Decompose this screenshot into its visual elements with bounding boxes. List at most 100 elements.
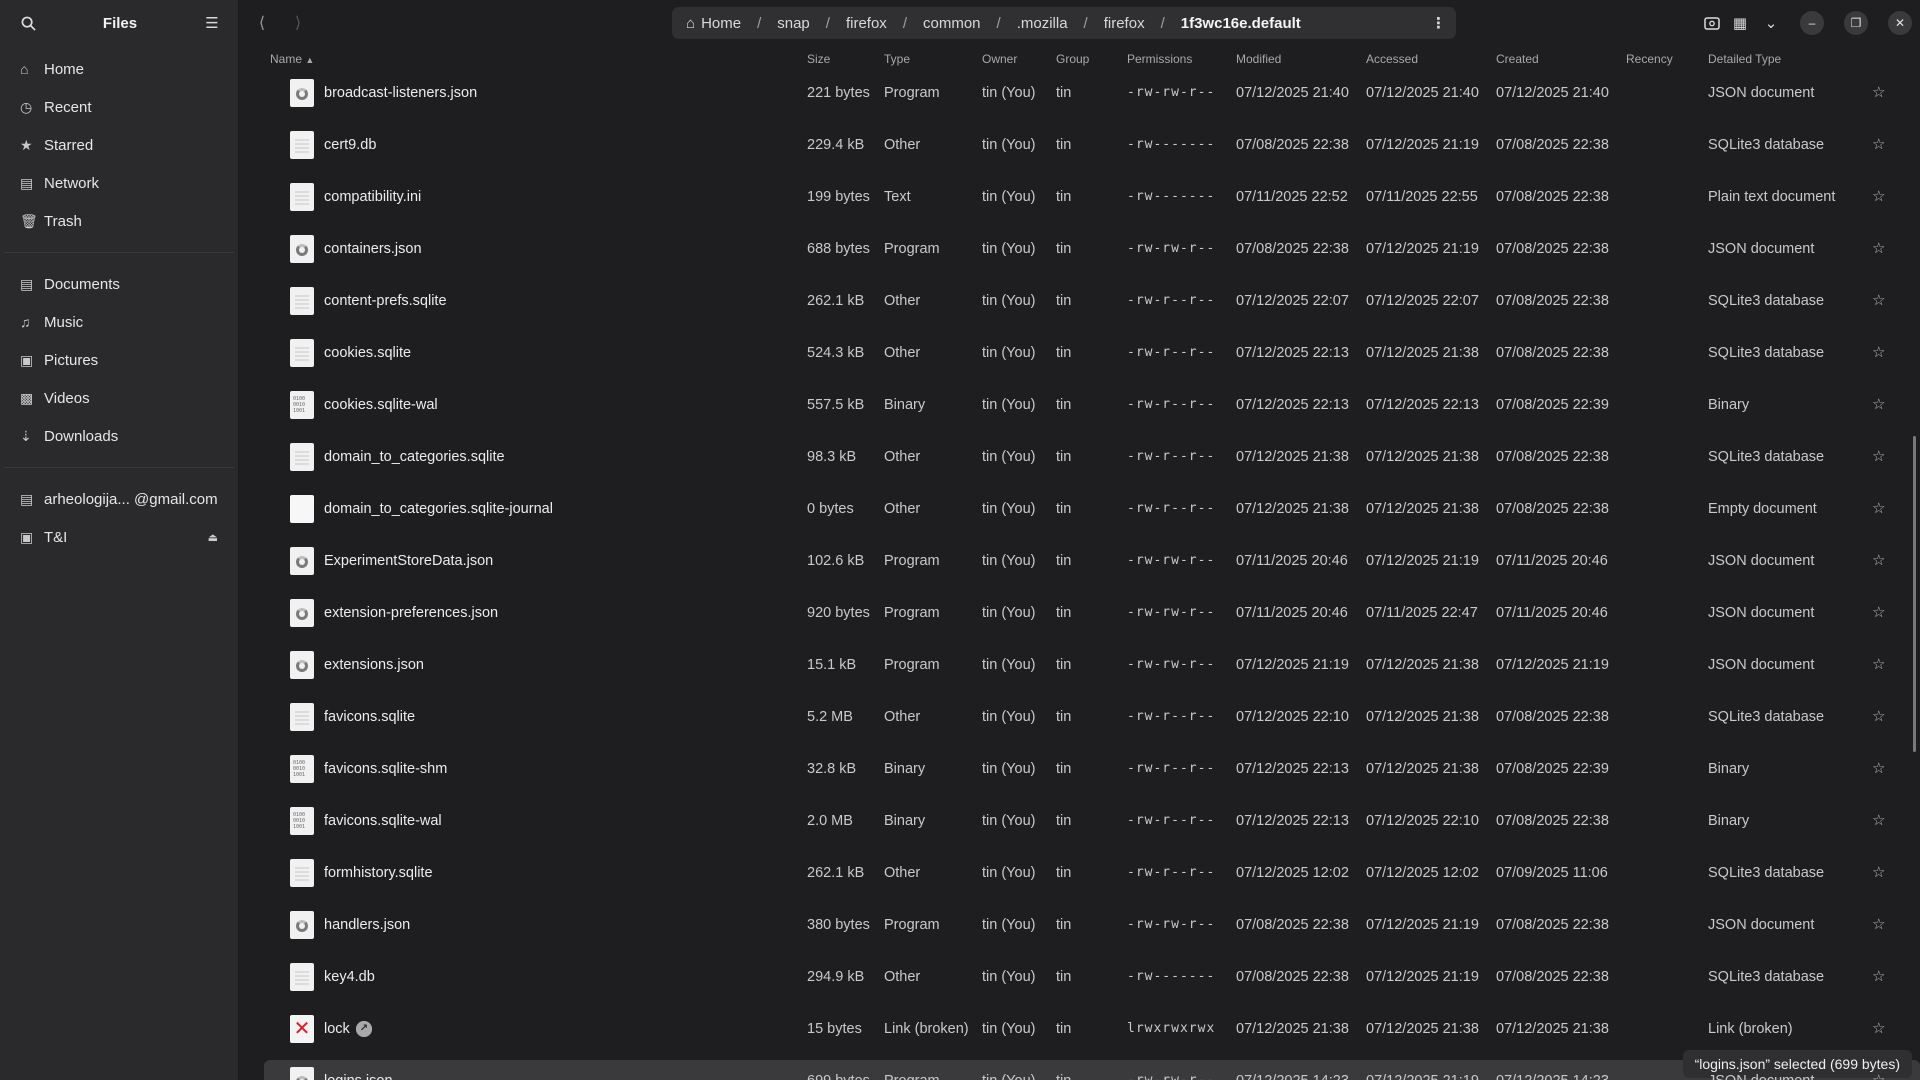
- star-toggle-icon[interactable]: ☆: [1872, 956, 1885, 998]
- star-toggle-icon[interactable]: ☆: [1872, 72, 1885, 114]
- star-toggle-icon[interactable]: ☆: [1872, 384, 1885, 426]
- file-size: 688 bytes: [807, 241, 870, 257]
- breadcrumb-home[interactable]: ⌂ Home: [682, 15, 745, 32]
- table-row[interactable]: 0100 0010 1001 favicons.sqlite-shm 32.8 kB Bi…: [240, 748, 1920, 800]
- network-icon: ▤: [20, 174, 34, 191]
- sidebar-item-online-account[interactable]: ▤ arheologija... @gmail.com: [0, 480, 238, 518]
- column-recency[interactable]: Recency: [1626, 52, 1673, 66]
- breadcrumb-firefox[interactable]: firefox: [842, 15, 891, 32]
- column-modified[interactable]: Modified: [1236, 52, 1281, 66]
- star-toggle-icon[interactable]: ☆: [1872, 280, 1885, 322]
- column-name[interactable]: Name ▲: [270, 52, 314, 66]
- breadcrumb-separator: /: [902, 14, 907, 32]
- star-toggle-icon[interactable]: ☆: [1872, 1060, 1885, 1080]
- file-accessed: 07/11/2025 22:47: [1366, 605, 1478, 621]
- table-row[interactable]: extension-preferences.json 920 bytes Progr…: [240, 592, 1920, 644]
- sidebar-item-trash[interactable]: 🗑 Trash: [0, 202, 238, 240]
- chevron-down-icon[interactable]: ⌄: [1762, 9, 1780, 37]
- column-created[interactable]: Created: [1496, 52, 1539, 66]
- column-accessed[interactable]: Accessed: [1366, 52, 1418, 66]
- table-row[interactable]: extensions.json 15.1 kB Program tin (You) ti…: [240, 644, 1920, 696]
- hamburger-menu-icon[interactable]: ☰: [198, 9, 226, 37]
- star-toggle-icon[interactable]: ☆: [1872, 488, 1885, 530]
- scrollbar[interactable]: [1913, 436, 1916, 752]
- file-name: formhistory.sqlite: [324, 865, 433, 881]
- star-toggle-icon[interactable]: ☆: [1872, 540, 1885, 582]
- breadcrumb-common[interactable]: common: [919, 15, 985, 32]
- breadcrumb-firefox-profiles[interactable]: firefox: [1100, 15, 1149, 32]
- sidebar-item-pictures[interactable]: ▣ Pictures: [0, 341, 238, 379]
- file-type: Other: [884, 345, 921, 361]
- app-title: Files: [102, 14, 138, 32]
- file-name: compatibility.ini: [324, 189, 422, 205]
- forward-button[interactable]: ⟩: [280, 13, 316, 33]
- star-toggle-icon[interactable]: ☆: [1872, 644, 1885, 686]
- trash-icon: 🗑: [20, 212, 38, 229]
- table-row[interactable]: logins.json 699 bytes Program tin (You) tin -…: [240, 1060, 1920, 1080]
- sidebar-item-drive[interactable]: ▣ T&I ⏏: [0, 518, 238, 556]
- star-toggle-icon[interactable]: ☆: [1872, 436, 1885, 478]
- table-row[interactable]: handlers.json 380 bytes Program tin (You) ti…: [240, 904, 1920, 956]
- column-type[interactable]: Type: [884, 52, 910, 66]
- table-row[interactable]: ExperimentStoreData.json 102.6 kB Program t…: [240, 540, 1920, 592]
- sidebar-item-starred[interactable]: ★ Starred: [0, 126, 238, 164]
- close-button[interactable]: ✕: [1888, 11, 1912, 35]
- star-toggle-icon[interactable]: ☆: [1872, 852, 1885, 894]
- file-group: tin: [1056, 1021, 1072, 1037]
- star-toggle-icon[interactable]: ☆: [1872, 228, 1885, 270]
- sidebar-item-music[interactable]: ♫ Music: [0, 303, 238, 341]
- back-button[interactable]: ⟨: [244, 13, 280, 33]
- file-modified: 07/11/2025 20:46: [1236, 553, 1348, 569]
- star-toggle-icon[interactable]: ☆: [1872, 904, 1885, 946]
- file-modified: 07/12/2025 22:13: [1236, 397, 1349, 413]
- column-size[interactable]: Size: [807, 52, 830, 66]
- star-toggle-icon[interactable]: ☆: [1872, 800, 1885, 842]
- table-row[interactable]: cookies.sqlite 524.3 kB Other tin (You) tin -…: [240, 332, 1920, 384]
- table-row[interactable]: 0100 0010 1001 favicons.sqlite-wal 2.0 MB Bin…: [240, 800, 1920, 852]
- star-toggle-icon[interactable]: ☆: [1872, 124, 1885, 166]
- column-group[interactable]: Group: [1056, 52, 1089, 66]
- sidebar-item-recent[interactable]: ◷ Recent: [0, 88, 238, 126]
- table-row[interactable]: containers.json 688 bytes Program tin (You)…: [240, 228, 1920, 280]
- breadcrumb-mozilla[interactable]: .mozilla: [1013, 15, 1072, 32]
- column-owner[interactable]: Owner: [982, 52, 1017, 66]
- star-toggle-icon[interactable]: ☆: [1872, 332, 1885, 374]
- column-detailed-type[interactable]: Detailed Type: [1708, 52, 1781, 66]
- file-modified: 07/11/2025 22:52: [1236, 189, 1348, 205]
- new-folder-icon[interactable]: [1698, 9, 1726, 37]
- star-toggle-icon[interactable]: ☆: [1872, 696, 1885, 738]
- minimize-button[interactable]: –: [1800, 11, 1824, 35]
- table-row[interactable]: content-prefs.sqlite 262.1 kB Other tin (Yo…: [240, 280, 1920, 332]
- star-toggle-icon[interactable]: ☆: [1872, 748, 1885, 790]
- file-group: tin: [1056, 917, 1072, 933]
- file-group: tin: [1056, 189, 1072, 205]
- breadcrumb-snap[interactable]: snap: [773, 15, 814, 32]
- sidebar-item-network[interactable]: ▤ Network: [0, 164, 238, 202]
- grid-view-icon[interactable]: ▦: [1726, 9, 1754, 37]
- table-row[interactable]: 0100 0010 1001 cookies.sqlite-wal 557.5 kB Bi…: [240, 384, 1920, 436]
- star-toggle-icon[interactable]: ☆: [1872, 592, 1885, 634]
- file-type: Program: [884, 917, 940, 933]
- table-row[interactable]: favicons.sqlite 5.2 MB Other tin (You) tin -r…: [240, 696, 1920, 748]
- table-row[interactable]: ✕ lock 15 bytes Link (broken) tin (You) tin lr…: [240, 1008, 1920, 1060]
- table-row[interactable]: domain_to_categories.sqlite 98.3 kB Other t…: [240, 436, 1920, 488]
- sidebar-item-documents[interactable]: ▤ Documents: [0, 265, 238, 303]
- table-row[interactable]: formhistory.sqlite 262.1 kB Other tin (You)…: [240, 852, 1920, 904]
- table-row[interactable]: domain_to_categories.sqlite-journal 0 byt…: [240, 488, 1920, 540]
- table-row[interactable]: broadcast-listeners.json 221 bytes Program…: [240, 72, 1920, 124]
- table-row[interactable]: cert9.db 229.4 kB Other tin (You) tin -rw----…: [240, 124, 1920, 176]
- maximize-button[interactable]: ❐: [1844, 11, 1868, 35]
- star-toggle-icon[interactable]: ☆: [1872, 1008, 1885, 1050]
- sidebar-item-videos[interactable]: ▩ Videos: [0, 379, 238, 417]
- eject-icon[interactable]: ⏏: [208, 531, 218, 544]
- sidebar-item-home[interactable]: ⌂ Home: [0, 50, 238, 88]
- table-row[interactable]: compatibility.ini 199 bytes Text tin (You) t…: [240, 176, 1920, 228]
- sidebar-item-downloads[interactable]: ⇣ Downloads: [0, 417, 238, 455]
- kebab-menu-icon[interactable]: ⋮: [1431, 14, 1446, 32]
- table-row[interactable]: key4.db 294.9 kB Other tin (You) tin -rw-----…: [240, 956, 1920, 1008]
- column-permissions[interactable]: Permissions: [1127, 52, 1192, 66]
- search-icon[interactable]: [14, 9, 42, 37]
- star-toggle-icon[interactable]: ☆: [1872, 176, 1885, 218]
- file-created: 07/08/2025 22:38: [1496, 189, 1609, 205]
- breadcrumb-current[interactable]: 1f3wc16e.default: [1177, 15, 1305, 32]
